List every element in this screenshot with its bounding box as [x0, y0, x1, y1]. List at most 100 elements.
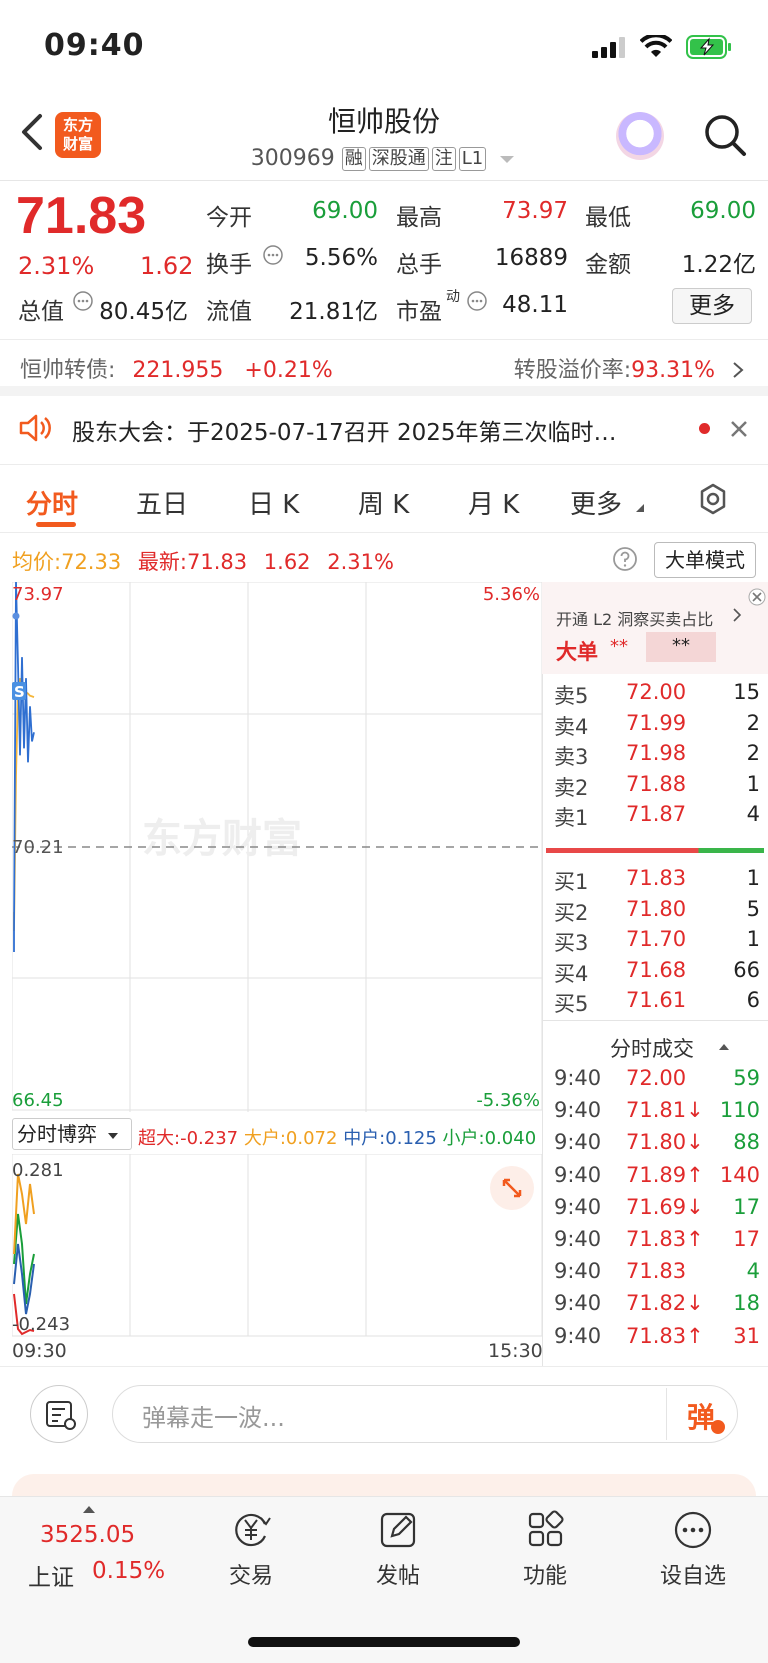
post-icon: [380, 1512, 416, 1548]
bid-volume: 1: [746, 927, 760, 951]
trade-list[interactable]: 9:40 72.00 59 9:40 71.81↓ 110 9:40 71.80↓ 88 9:40…: [542, 1066, 768, 1356]
trade-time: 9:40: [554, 1259, 602, 1284]
axis-start: 09:30: [12, 1340, 67, 1362]
market-cap-label: 总值: [18, 299, 64, 325]
ask-price: 72.00: [626, 680, 687, 704]
ask-row[interactable]: 卖1 71.87 4: [542, 802, 768, 833]
trade-volume: 88: [733, 1130, 760, 1155]
index-value[interactable]: 3525.05: [40, 1522, 135, 1548]
trade-row: 9:40 71.83↑ 31: [542, 1324, 768, 1356]
amount-value: 1.22亿: [681, 252, 756, 278]
help-icon[interactable]: [612, 546, 638, 572]
trade-volume: 18: [733, 1291, 760, 1316]
tab-five-day[interactable]: 五日: [136, 484, 188, 521]
trade-row: 9:40 71.89↑ 140: [542, 1163, 768, 1195]
flow-min-label: -0.243: [12, 1314, 70, 1335]
ask-row[interactable]: 卖4 71.99 2: [542, 711, 768, 742]
nav-add-watchlist-label: 设自选: [659, 1564, 726, 1589]
ask-volume: 2: [746, 741, 760, 765]
bid-row[interactable]: 买5 71.61 6: [542, 988, 768, 1019]
float-cap-value: 21.81亿: [289, 299, 378, 325]
more-button[interactable]: 更多: [672, 288, 752, 324]
chart-mid-label: 70.21: [12, 837, 64, 858]
bond-label: 恒帅转债:: [20, 358, 116, 383]
unread-dot: [699, 423, 710, 434]
ask-volume: 2: [746, 710, 760, 735]
big-order-v1: **: [610, 636, 628, 657]
low-label: 最低: [585, 205, 631, 231]
ask-label: 卖5: [554, 684, 589, 708]
avg-value: 72.33: [61, 550, 122, 574]
trade-time: 9:40: [554, 1323, 602, 1348]
trades-title[interactable]: 分时成交: [610, 1033, 694, 1063]
bond-premium[interactable]: 转股溢价率:93.31%: [514, 352, 746, 384]
settings-icon[interactable]: [696, 482, 730, 516]
nav-trade-label: 交易: [228, 1564, 273, 1589]
index-pct[interactable]: 0.15%: [92, 1558, 165, 1584]
danmu-settings-button[interactable]: [30, 1385, 88, 1443]
tab-weekly-k[interactable]: 周 K: [358, 484, 409, 521]
trade-price: 71.81↓: [626, 1098, 704, 1123]
ask-price: 71.87: [626, 802, 687, 826]
bid-row[interactable]: 买3 71.70 1: [542, 927, 768, 958]
latest-label: 最新:: [137, 550, 187, 574]
latest-value: 71.83: [186, 550, 248, 574]
search-icon[interactable]: [702, 112, 748, 158]
dropdown-icon: [108, 1133, 119, 1139]
battery-charging-icon: [686, 35, 731, 59]
ask-volume: 4: [746, 802, 760, 826]
bid-label: 买1: [554, 870, 589, 894]
nav-add-watchlist[interactable]: 设自选: [628, 1510, 758, 1590]
divider: [0, 1366, 768, 1367]
chart-high-label: 73.97: [12, 584, 64, 605]
big-order-mode-button[interactable]: 大单模式: [654, 542, 756, 578]
tab-more[interactable]: 更多: [570, 484, 622, 521]
nav-functions-label: 功能: [522, 1564, 567, 1589]
bid-price: 71.70: [626, 927, 687, 951]
open-label: 今开: [206, 205, 252, 231]
pe-value: 48.11: [502, 292, 568, 318]
capital-flow-chart[interactable]: 0.281 -0.243: [12, 1154, 542, 1338]
bid-ask-ratio-bar: [546, 848, 764, 853]
tab-monthly-k[interactable]: 月 K: [468, 484, 519, 521]
assistant-avatar-icon[interactable]: [616, 112, 664, 160]
high-label: 最高: [396, 205, 442, 231]
convertible-bond-row[interactable]: 恒帅转债: 221.955 +0.21%: [20, 352, 333, 384]
volume-value: 16889: [494, 245, 568, 271]
tab-intraday[interactable]: 分时: [26, 484, 78, 521]
open-value: 69.00: [312, 198, 378, 224]
info-icon[interactable]: [466, 290, 488, 312]
bid-row[interactable]: 买2 71.80 5: [542, 897, 768, 928]
trade-row: 9:40 71.80↓ 88: [542, 1130, 768, 1162]
status-time: 09:40: [44, 28, 145, 63]
big-flow-line: [13, 1173, 35, 1255]
chart-high-pct: 5.36%: [483, 584, 540, 605]
bid-row[interactable]: 买1 71.83 1: [542, 866, 768, 897]
l2-banner[interactable]: 开通 L2 洞察买卖占比 大单 ** **: [542, 582, 768, 674]
danmu-send-button[interactable]: 弹: [666, 1388, 736, 1440]
trade-time: 9:40: [554, 1291, 602, 1316]
close-icon[interactable]: [748, 588, 766, 606]
tab-daily-k[interactable]: 日 K: [248, 484, 299, 521]
notice-text[interactable]: 股东大会：于2025-07-17召开 2025年第三次临时…: [72, 413, 672, 447]
bid-label: 买4: [554, 961, 589, 986]
trade-price: 71.83: [626, 1259, 687, 1284]
intraday-chart[interactable]: 东方财富 S 73.97 70.21 66.45 5.36% -5.36%: [12, 582, 542, 1112]
ask-row[interactable]: 卖2 71.88 1: [542, 772, 768, 803]
bid-row[interactable]: 买4 71.68 66: [542, 958, 768, 989]
functions-icon: [528, 1510, 564, 1547]
close-icon[interactable]: [728, 418, 750, 440]
ask-row[interactable]: 卖5 72.00 15: [542, 680, 768, 711]
nav-trade[interactable]: 交易: [186, 1510, 316, 1590]
trade-row: 9:40 71.69↓ 17: [542, 1195, 768, 1227]
trade-price: 71.89↑: [626, 1162, 704, 1187]
nav-functions[interactable]: 功能: [480, 1510, 610, 1590]
market-cap-value: 80.45亿: [99, 299, 188, 325]
index-name[interactable]: 上证: [28, 1558, 74, 1592]
volume-label: 总手: [396, 252, 442, 278]
game-selector[interactable]: 分时博弈: [12, 1118, 132, 1150]
nav-post[interactable]: 发帖: [333, 1510, 463, 1590]
trade-time: 9:40: [554, 1066, 602, 1090]
ask-row[interactable]: 卖3 71.98 2: [542, 741, 768, 772]
last-price-dot: [12, 612, 20, 620]
